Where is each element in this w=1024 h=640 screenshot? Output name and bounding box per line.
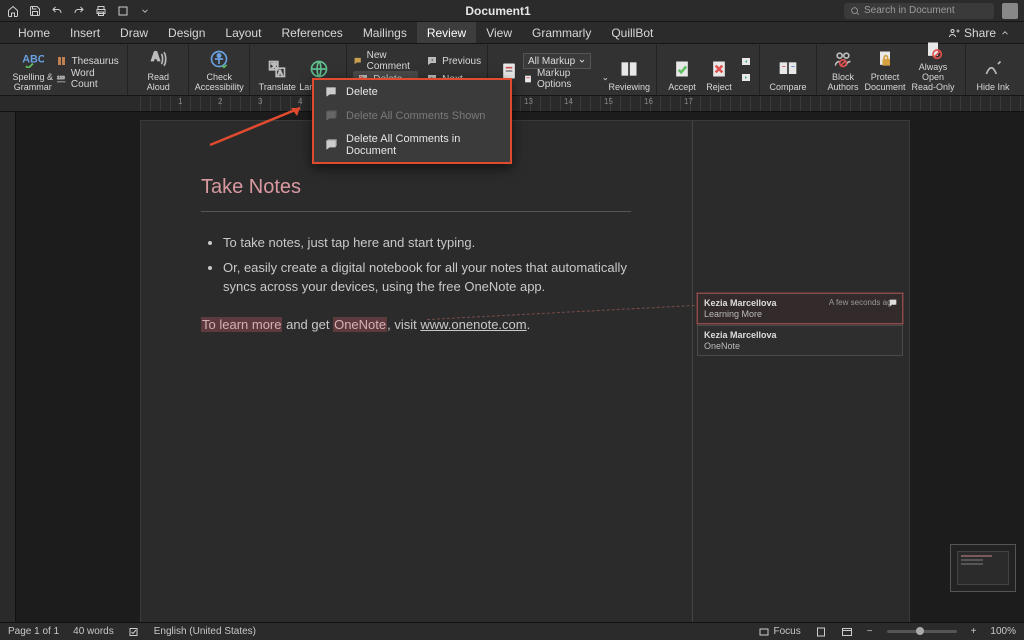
translate-button[interactable]: 文A Translate bbox=[256, 46, 298, 94]
tab-insert[interactable]: Insert bbox=[60, 22, 110, 43]
tab-review[interactable]: Review bbox=[417, 22, 476, 43]
prev-change-icon[interactable] bbox=[739, 55, 753, 69]
ribbon: ABC Spelling & Grammar Thesaurus 123Word… bbox=[0, 44, 1024, 96]
comment-bubble-icon[interactable] bbox=[888, 298, 898, 308]
check-accessibility-button[interactable]: Check Accessibility bbox=[195, 46, 243, 94]
search-placeholder: Search in Document bbox=[864, 5, 955, 16]
spelling-grammar-button[interactable]: ABC Spelling & Grammar bbox=[10, 46, 56, 94]
tab-layout[interactable]: Layout bbox=[215, 22, 271, 43]
redo-icon[interactable] bbox=[72, 4, 86, 18]
print-layout-view-icon[interactable] bbox=[815, 626, 827, 638]
tab-home[interactable]: Home bbox=[8, 22, 60, 43]
zoom-slider[interactable] bbox=[887, 630, 957, 633]
tab-view[interactable]: View bbox=[476, 22, 522, 43]
svg-text:A: A bbox=[278, 70, 283, 77]
next-change-icon[interactable] bbox=[739, 71, 753, 85]
vertical-ruler[interactable] bbox=[0, 112, 16, 622]
menu-item-delete[interactable]: Delete bbox=[314, 80, 510, 104]
accept-button[interactable]: Accept bbox=[663, 46, 701, 94]
status-language[interactable]: English (United States) bbox=[154, 626, 256, 637]
svg-text:A: A bbox=[152, 51, 161, 64]
document-page[interactable]: Take Notes To take notes, just tap here … bbox=[140, 120, 910, 622]
status-page[interactable]: Page 1 of 1 bbox=[8, 626, 59, 637]
reviewing-pane-button[interactable]: Reviewing bbox=[608, 46, 650, 94]
delete-dropdown-menu: Delete Delete All Comments Shown Delete … bbox=[312, 78, 512, 164]
word-count-button[interactable]: 123Word Count bbox=[56, 71, 122, 87]
comment-pane: Kezia MarcellovaA few seconds ago Learni… bbox=[693, 121, 909, 622]
svg-text:文: 文 bbox=[271, 61, 278, 70]
thesaurus-button[interactable]: Thesaurus bbox=[56, 53, 122, 69]
always-open-readonly-button[interactable]: Always Open Read-Only bbox=[907, 46, 959, 94]
svg-text:123: 123 bbox=[57, 75, 65, 81]
user-avatar-icon[interactable] bbox=[1002, 3, 1018, 19]
menu-item-delete-all[interactable]: Delete All Comments in Document bbox=[314, 128, 510, 162]
tab-mailings[interactable]: Mailings bbox=[353, 22, 417, 43]
doc-bullet-1: To take notes, just tap here and start t… bbox=[223, 234, 641, 253]
print-icon[interactable] bbox=[94, 4, 108, 18]
title-bar: Document1 Search in Document bbox=[0, 0, 1024, 22]
comment-card-2[interactable]: Kezia Marcellova OneNote bbox=[697, 325, 903, 356]
window-title: Document1 bbox=[152, 4, 844, 18]
save-icon[interactable] bbox=[28, 4, 42, 18]
web-layout-view-icon[interactable] bbox=[841, 626, 853, 638]
zoom-percent[interactable]: 100% bbox=[990, 626, 1016, 637]
protect-document-button[interactable]: Protect Document bbox=[863, 46, 907, 94]
status-words[interactable]: 40 words bbox=[73, 626, 114, 637]
zoom-in-button[interactable]: + bbox=[971, 626, 977, 637]
doc-heading: Take Notes bbox=[201, 176, 641, 199]
previous-comment-button[interactable]: Previous bbox=[426, 53, 481, 69]
focus-mode-button[interactable]: Focus bbox=[758, 626, 801, 638]
tab-draw[interactable]: Draw bbox=[110, 22, 158, 43]
tab-quillbot[interactable]: QuillBot bbox=[601, 22, 663, 43]
reject-button[interactable]: Reject bbox=[701, 46, 737, 94]
qat-customize-icon[interactable] bbox=[138, 4, 152, 18]
comment-card-1[interactable]: Kezia MarcellovaA few seconds ago Learni… bbox=[697, 293, 903, 324]
horizontal-ruler[interactable]: 1 2 3 4 13 14 15 16 17 bbox=[0, 96, 1024, 112]
compare-button[interactable]: Compare bbox=[766, 46, 810, 94]
menu-item-delete-shown: Delete All Comments Shown bbox=[314, 104, 510, 128]
zoom-out-button[interactable]: − bbox=[867, 626, 873, 637]
doc-bullet-2: Or, easily create a digital notebook for… bbox=[223, 259, 641, 297]
home-icon[interactable] bbox=[6, 4, 20, 18]
hide-ink-button[interactable]: Hide Ink bbox=[972, 46, 1014, 94]
block-authors-button[interactable]: Block Authors bbox=[823, 46, 863, 94]
doc-paragraph-2: To learn more and get OneNote, visit www… bbox=[201, 317, 641, 332]
tab-design[interactable]: Design bbox=[158, 22, 215, 43]
page-thumbnail[interactable] bbox=[950, 544, 1016, 592]
document-workspace: Take Notes To take notes, just tap here … bbox=[0, 112, 1024, 622]
tab-references[interactable]: References bbox=[271, 22, 352, 43]
spellcheck-status-icon[interactable] bbox=[128, 626, 140, 638]
search-input[interactable]: Search in Document bbox=[844, 3, 994, 19]
markup-options-button[interactable]: Markup Options bbox=[523, 71, 609, 87]
new-comment-button[interactable]: New Comment bbox=[353, 53, 418, 69]
undo-icon[interactable] bbox=[50, 4, 64, 18]
read-aloud-button[interactable]: A Read Aloud bbox=[134, 46, 182, 94]
tab-grammarly[interactable]: Grammarly bbox=[522, 22, 601, 43]
ribbon-tabs: Home Insert Draw Design Layout Reference… bbox=[0, 22, 1024, 44]
markup-display-select[interactable]: All Markup bbox=[523, 53, 591, 69]
status-bar: Page 1 of 1 40 words English (United Sta… bbox=[0, 622, 1024, 640]
template-icon[interactable] bbox=[116, 4, 130, 18]
share-button[interactable]: Share bbox=[942, 22, 1016, 43]
